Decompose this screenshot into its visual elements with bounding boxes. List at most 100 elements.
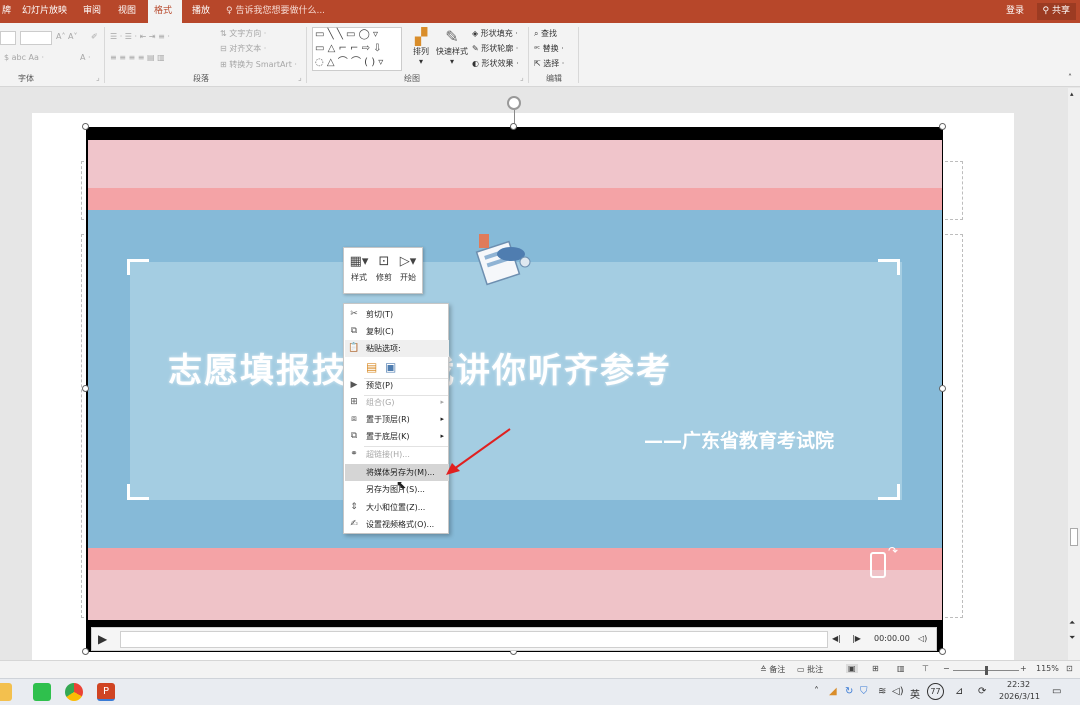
resize-handle[interactable] xyxy=(939,385,946,392)
paste-picture-icon[interactable]: ▣ xyxy=(385,359,396,376)
text-direction-button[interactable]: ⇅ 文字方向 · xyxy=(220,28,266,39)
grow-font-icon[interactable]: A˄ A˅ xyxy=(56,32,78,41)
menu-cut[interactable]: ✂ 剪切(T) xyxy=(345,306,449,323)
refresh-icon[interactable]: ⟳ xyxy=(978,686,986,697)
menu-copy[interactable]: ⧉ 复制(C) xyxy=(345,323,449,340)
resize-handle[interactable] xyxy=(939,123,946,130)
find-button[interactable]: ⌕ 查找 xyxy=(534,28,557,39)
tab-slideshow[interactable]: 幻灯片放映 xyxy=(16,0,73,23)
notes-button[interactable]: ≙ 备注 xyxy=(760,664,785,675)
menu-label: 置于顶层(R) xyxy=(366,415,410,424)
next-slide-icon[interactable]: ⏷ xyxy=(1069,633,1075,643)
paragraph-group-label: 段落 xyxy=(193,74,209,83)
menu-label: 粘贴选项: xyxy=(366,344,401,353)
volume-icon[interactable]: ◁) xyxy=(918,634,927,643)
resize-handle[interactable] xyxy=(82,123,89,130)
tab-view[interactable]: 视图 xyxy=(112,0,142,23)
video-content[interactable]: 志愿填报技巧，我讲你听齐参考 ——广东省教育考试院 ↷ xyxy=(88,140,942,620)
shape-outline-button[interactable]: ✎ 形状轮廓 · xyxy=(472,43,518,54)
vertical-scrollbar[interactable]: ▴ ⏶ ⏷ xyxy=(1068,88,1080,660)
volume-icon[interactable]: ◁) xyxy=(892,686,904,697)
clock-time[interactable]: 22:32 xyxy=(1007,680,1030,689)
prev-slide-icon[interactable]: ⏶ xyxy=(1069,618,1075,628)
file-explorer-icon[interactable] xyxy=(0,683,12,701)
step-back-icon[interactable]: ◀| xyxy=(832,634,841,643)
copy-icon: ⧉ xyxy=(350,326,358,336)
menu-hyperlink[interactable]: ⚭ 超链接(H)... xyxy=(345,446,449,463)
sorter-view-icon[interactable]: ⊞ xyxy=(872,664,879,673)
wechat-icon[interactable] xyxy=(33,683,51,701)
font-size-box[interactable] xyxy=(20,31,52,45)
comments-button[interactable]: ▭ 批注 xyxy=(797,664,823,675)
resize-handle[interactable] xyxy=(82,385,89,392)
menu-group[interactable]: ⊞ 组合(G) ▸ xyxy=(345,394,449,411)
screenshot-tool-icon[interactable]: ⊿ xyxy=(955,686,963,697)
zoom-out-icon[interactable]: − xyxy=(943,664,950,673)
font-tools-icon[interactable]: $ abc Aa · xyxy=(4,53,44,62)
trim-button[interactable]: ⊡ 修剪 xyxy=(372,252,396,283)
tell-me-box[interactable]: ♀ 告诉我您想要做什么... xyxy=(226,0,325,23)
align-icons[interactable]: ≡ ≡ ≡ ≡ ▤ ▥ xyxy=(110,53,165,62)
wifi-icon[interactable]: ≋ xyxy=(878,686,886,697)
scroll-thumb[interactable] xyxy=(1070,528,1078,546)
menu-format-video[interactable]: ✍ 设置视频格式(O)... xyxy=(345,516,449,533)
convert-smartart-button[interactable]: ⊞ 转换为 SmartArt · xyxy=(220,59,297,70)
login-link[interactable]: 登录 xyxy=(1006,0,1024,23)
seek-bar[interactable] xyxy=(120,631,828,648)
reading-view-icon[interactable]: ▥ xyxy=(897,664,905,673)
menu-preview[interactable]: ▶ 预览(P) xyxy=(345,377,449,394)
align-text-button[interactable]: ⊟ 对齐文本 · xyxy=(220,43,266,54)
zoom-in-icon[interactable]: + xyxy=(1020,664,1027,673)
step-forward-icon[interactable]: |▶ xyxy=(852,634,861,643)
drawing-launcher-icon[interactable]: ⌟ xyxy=(520,73,524,82)
font-launcher-icon[interactable]: ⌟ xyxy=(96,73,100,82)
slideshow-view-icon[interactable]: ⊤ xyxy=(922,664,929,673)
paste-keep-icon[interactable]: ▤ xyxy=(366,359,377,376)
video-style-button[interactable]: ▦▾ 样式 xyxy=(347,252,371,283)
menu-bring-front[interactable]: ⧈ 置于顶层(R) ▸ xyxy=(345,411,449,428)
resize-handle[interactable] xyxy=(510,123,517,130)
menu-send-back[interactable]: ⧉ 置于底层(K) ▸ xyxy=(345,428,449,445)
tray-app-icon[interactable]: ◢ xyxy=(829,686,837,697)
fit-slide-icon[interactable]: ⊡ xyxy=(1066,664,1073,673)
replace-button[interactable]: ᵃᶜ 替换 · xyxy=(534,43,564,54)
shapes-gallery[interactable]: ▭ ╲ ╲ ▭ ◯ ▿ ▭ △ ⌐ ⌐ ⇨ ⇩ ◌ △ ⌒ ⌒ ( ) ▿ xyxy=(312,27,402,71)
cursor-icon: ⇱ xyxy=(534,59,544,68)
select-button[interactable]: ⇱ 选择 · xyxy=(534,58,564,69)
rotate-handle-icon[interactable] xyxy=(507,96,521,110)
collapse-ribbon-icon[interactable]: ˄ xyxy=(1068,73,1072,82)
resize-handle[interactable] xyxy=(939,648,946,655)
notifications-icon[interactable]: ▭ xyxy=(1052,686,1061,697)
scroll-up-icon[interactable]: ▴ xyxy=(1070,90,1074,98)
shape-effects-button[interactable]: ◐ 形状效果 · xyxy=(472,58,519,69)
clock-date[interactable]: 2026/3/11 xyxy=(999,692,1040,701)
arrange-button[interactable]: ▞ 排列 ▾ xyxy=(410,27,432,66)
tray-chevron-icon[interactable]: ˄ xyxy=(814,686,819,697)
ime-indicator[interactable]: 英 xyxy=(910,686,920,701)
zoom-level[interactable]: 115% xyxy=(1036,664,1059,673)
shield-icon[interactable]: ⛉ xyxy=(860,686,868,697)
share-button[interactable]: ⚲ 共享 xyxy=(1036,3,1076,20)
normal-view-icon[interactable]: ▣ xyxy=(846,664,858,673)
tab-review[interactable]: 审阅 xyxy=(77,0,107,23)
shape-fill-button[interactable]: ◈ 形状填充 · xyxy=(472,28,518,39)
start-button[interactable]: ▷▾ 开始 xyxy=(396,252,420,283)
zoom-slider-thumb[interactable] xyxy=(985,666,988,675)
menu-size-position[interactable]: ⇕ 大小和位置(Z)... xyxy=(345,499,449,516)
font-name-box[interactable] xyxy=(0,31,16,45)
clear-format-icon[interactable]: ✐ xyxy=(91,32,98,41)
tray-sync-icon[interactable]: ↻ xyxy=(845,686,853,697)
bullets-icon[interactable]: ☰ · ☰ · ⇤ ⇥ ≡ · xyxy=(110,32,170,41)
quick-styles-button[interactable]: ✎ 快速样式 ▾ xyxy=(436,27,468,66)
resize-handle[interactable] xyxy=(82,648,89,655)
powerpoint-icon[interactable]: P xyxy=(97,683,115,701)
battery-badge[interactable]: 77 xyxy=(927,683,944,700)
chrome-icon[interactable] xyxy=(65,683,83,701)
tab-playback[interactable]: 播放 xyxy=(186,0,216,23)
play-icon[interactable]: ▶ xyxy=(98,632,107,646)
paragraph-launcher-icon[interactable]: ⌟ xyxy=(298,73,302,82)
font-color-icon[interactable]: A · xyxy=(80,53,91,62)
separator xyxy=(104,27,105,83)
tab-partial[interactable]: 牌 xyxy=(0,0,17,23)
tab-format[interactable]: 格式 xyxy=(148,0,182,23)
